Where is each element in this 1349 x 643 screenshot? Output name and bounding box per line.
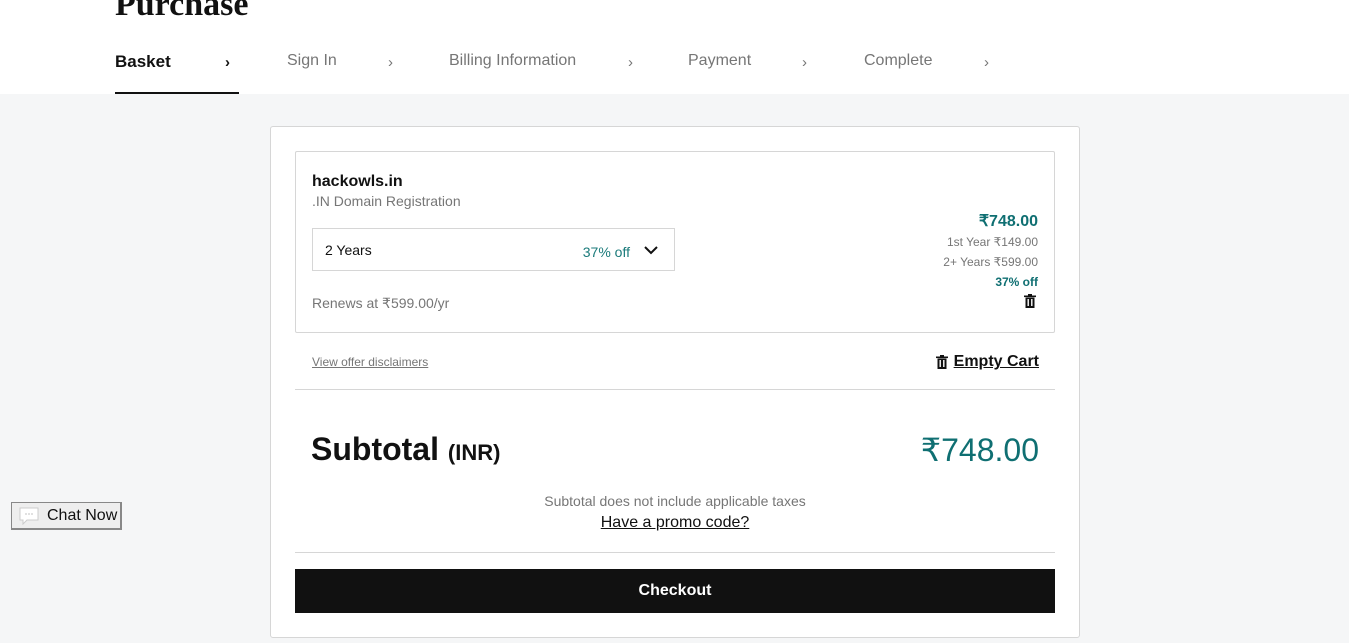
tax-note: Subtotal does not include applicable tax… [544, 493, 806, 509]
subtotal-currency: (INR) [447, 440, 501, 465]
chat-now-button[interactable]: Chat Now [11, 502, 122, 530]
step-basket[interactable]: Basket › [115, 44, 287, 94]
chat-bubble-icon [19, 507, 39, 525]
step-label: Sign In [287, 52, 337, 69]
divider [295, 552, 1055, 553]
empty-cart-button[interactable]: Empty Cart [935, 353, 1039, 371]
chat-now-label: Chat Now [47, 506, 118, 524]
header: Purchase Basket › Sign In › Billing Info… [0, 0, 1349, 94]
promo-code-row: Have a promo code? [271, 514, 1079, 532]
step-label: Complete [864, 52, 933, 69]
cart-card: hackowls.in .IN Domain Registration 2 Ye… [270, 126, 1080, 638]
trash-icon[interactable] [1024, 294, 1036, 308]
renewal-price: Renews at ₹599.00/yr [312, 295, 450, 311]
chevron-down-icon [644, 246, 658, 255]
price-summary: ₹748.00 1st Year ₹149.00 2+ Years ₹599.0… [943, 212, 1038, 292]
cart-item: hackowls.in .IN Domain Registration 2 Ye… [295, 151, 1055, 333]
chevron-right-icon: › [984, 54, 989, 71]
item-discount: 37% off [995, 275, 1038, 289]
domain-name: hackowls.in [312, 173, 403, 190]
step-payment[interactable]: Payment › [688, 44, 864, 94]
chevron-right-icon: › [802, 54, 807, 71]
trash-icon [935, 355, 948, 369]
checkout-button[interactable]: Checkout [295, 569, 1055, 613]
term-selected: 2 Years [325, 242, 372, 258]
step-sign-in[interactable]: Sign In › [287, 44, 449, 94]
term-discount: 37% off [582, 244, 630, 260]
offer-disclaimers-link[interactable]: View offer disclaimers [312, 355, 428, 369]
promo-code-link[interactable]: Have a promo code? [601, 514, 750, 531]
page-title: Purchase [115, 0, 249, 23]
subtotal-label: Subtotal (INR) [311, 431, 500, 468]
product-type: .IN Domain Registration [312, 193, 461, 209]
first-year-price: 1st Year ₹149.00 [946, 235, 1038, 249]
chevron-right-icon: › [628, 54, 633, 71]
subtotal-value: ₹748.00 [920, 432, 1039, 468]
chevron-right-icon: › [388, 54, 393, 71]
item-price: ₹748.00 [978, 213, 1038, 230]
step-label: Billing Information [449, 52, 577, 69]
step-complete[interactable]: Complete › [864, 44, 1004, 94]
empty-cart-label: Empty Cart [953, 353, 1039, 370]
chevron-right-icon: › [225, 54, 230, 71]
step-billing-information[interactable]: Billing Information › [449, 44, 688, 94]
renewal-years-price: 2+ Years ₹599.00 [943, 255, 1038, 269]
term-select[interactable]: 2 Years 37% off [312, 228, 675, 271]
divider [295, 389, 1055, 390]
step-label: Basket [115, 52, 171, 71]
subtotal-text: Subtotal [311, 431, 439, 467]
step-label: Payment [688, 52, 752, 69]
checkout-steps: Basket › Sign In › Billing Information ›… [115, 44, 1004, 94]
